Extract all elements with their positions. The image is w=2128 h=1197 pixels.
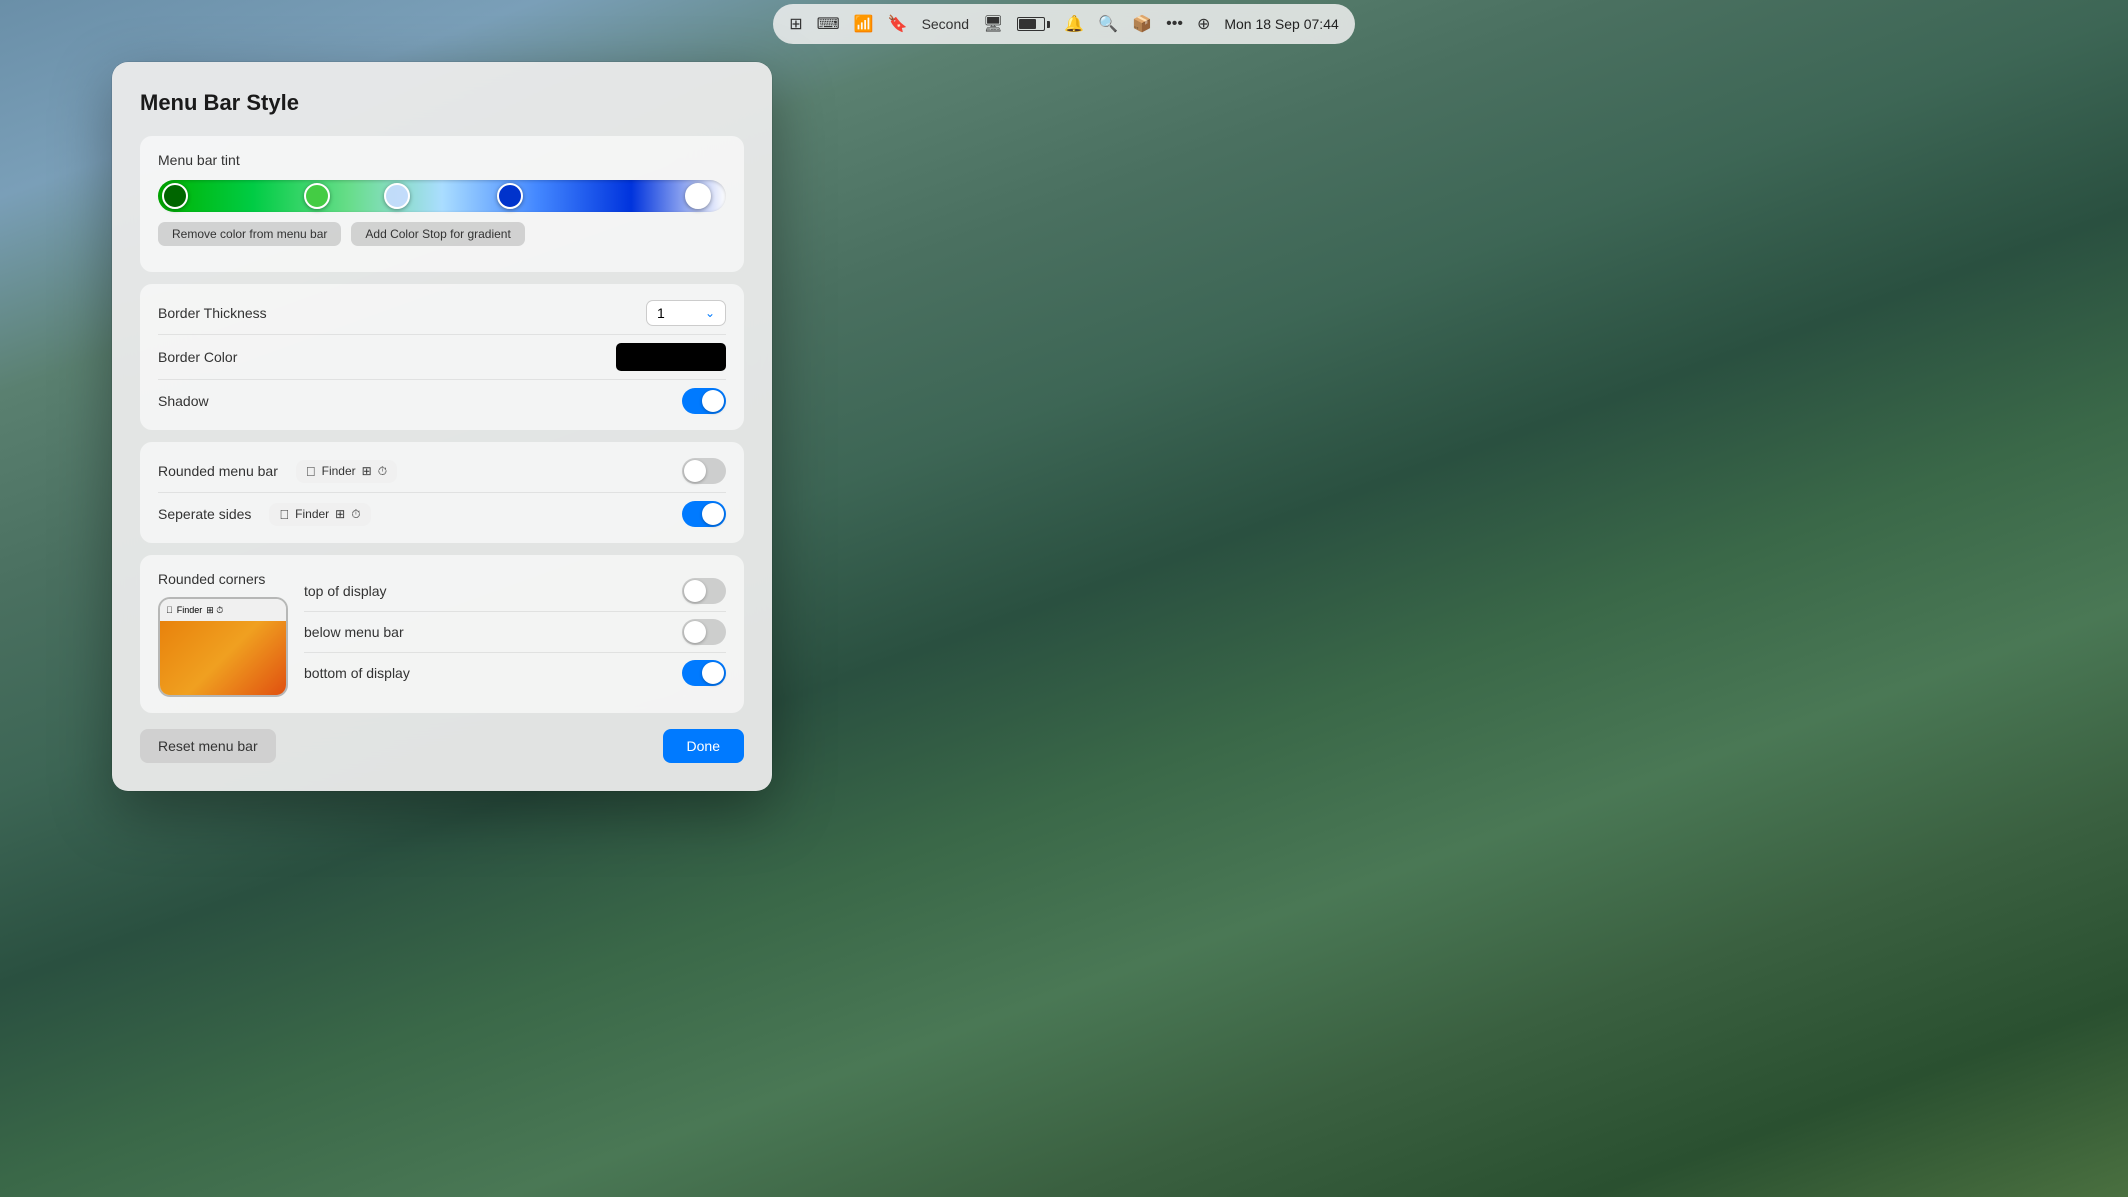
keyboard-icon[interactable]: ⌨ xyxy=(817,14,840,34)
gradient-buttons: Remove color from menu bar Add Color Sto… xyxy=(158,222,726,246)
bottom-display-toggle-knob xyxy=(702,662,724,684)
done-button[interactable]: Done xyxy=(663,729,744,763)
preview-clock-icon: ⏱ xyxy=(378,464,387,479)
battery-icon xyxy=(1017,17,1050,31)
remove-color-button[interactable]: Remove color from menu bar xyxy=(158,222,341,246)
shadow-row: Shadow xyxy=(158,380,726,414)
top-of-display-row: top of display xyxy=(304,571,726,612)
gradient-bar[interactable] xyxy=(158,180,726,212)
border-thickness-row: Border Thickness 1 ⌄ xyxy=(158,300,726,335)
more-icon[interactable]: ••• xyxy=(1166,15,1183,33)
top-display-toggle[interactable] xyxy=(682,578,726,604)
menu-bar-pill: ⊞ ⌨ 📶 🔖 Second 🖥 🔔 🔍 📦 ••• ⊕ Mon 18 Sep … xyxy=(773,4,1355,44)
bookmark-icon[interactable]: 🔖 xyxy=(888,14,908,34)
screen-preview-body xyxy=(160,621,286,695)
preview-clock-icon-2: ⏱ xyxy=(351,507,360,522)
below-menubar-toggle-knob xyxy=(684,621,706,643)
gradient-bar-container: Remove color from menu bar Add Color Sto… xyxy=(158,180,726,246)
color-stop-1[interactable] xyxy=(162,183,188,209)
below-menu-bar-row: below menu bar xyxy=(304,612,726,653)
border-color-swatch[interactable] xyxy=(616,343,726,371)
separate-sides-toggle[interactable] xyxy=(682,501,726,527)
preview-apple-icon-2:  xyxy=(279,507,289,522)
tint-section: Menu bar tint Remove color from menu bar… xyxy=(140,136,744,272)
top-display-toggle-knob xyxy=(684,580,706,602)
preview-finder-label: Finder xyxy=(322,464,356,478)
rounded-corners-section: Rounded corners  Finder ⊞ ⏱ top of disp… xyxy=(140,555,744,713)
border-thickness-value: 1 xyxy=(657,305,665,321)
rounded-corners-label: Rounded corners xyxy=(158,571,288,587)
separate-sides-left: Seperate sides  Finder ⊞ ⏱ xyxy=(158,503,371,526)
rounded-menubar-preview-full:  Finder ⊞ ⏱ xyxy=(296,460,397,483)
control-center-icon[interactable]: ⊕ xyxy=(1197,14,1210,34)
screen-preview-menubar:  Finder ⊞ ⏱ xyxy=(160,599,286,621)
bottom-of-display-row: bottom of display xyxy=(304,653,726,693)
second-label[interactable]: Second xyxy=(922,16,969,32)
screen-preview-icons: ⊞ ⏱ xyxy=(206,605,223,616)
wifi-icon[interactable]: 📶 xyxy=(854,14,874,34)
screen-preview-finder: Finder xyxy=(177,605,203,615)
color-stop-2[interactable] xyxy=(304,183,330,209)
tint-label: Menu bar tint xyxy=(158,152,726,168)
shadow-toggle[interactable] xyxy=(682,388,726,414)
border-section: Border Thickness 1 ⌄ Border Color Shadow xyxy=(140,284,744,430)
preview-grid-icon-2: ⊞ xyxy=(335,507,345,521)
rounded-menubar-left: Rounded menu bar  Finder ⊞ ⏱ xyxy=(158,460,397,483)
border-color-label: Border Color xyxy=(158,349,237,365)
border-color-row: Border Color xyxy=(158,335,726,380)
dropdown-arrow-icon: ⌄ xyxy=(705,306,715,320)
reset-menubar-button[interactable]: Reset menu bar xyxy=(140,729,276,763)
rounded-menubar-toggle-knob xyxy=(684,460,706,482)
bottom-display-toggle[interactable] xyxy=(682,660,726,686)
corners-controls: top of display below menu bar bottom of … xyxy=(304,571,726,693)
window-manager-icon[interactable]: ⊞ xyxy=(789,14,802,34)
dialog-footer: Reset menu bar Done xyxy=(140,729,744,763)
below-menubar-toggle[interactable] xyxy=(682,619,726,645)
shadow-label: Shadow xyxy=(158,393,209,409)
border-color-control xyxy=(616,343,726,371)
notification-icon[interactable]: 🔔 xyxy=(1064,14,1084,34)
separate-sides-toggle-knob xyxy=(702,503,724,525)
shadow-control xyxy=(682,388,726,414)
color-stop-3[interactable] xyxy=(384,183,410,209)
dialog: Menu Bar Style Menu bar tint Remove colo… xyxy=(112,62,772,791)
color-stop-4[interactable] xyxy=(497,183,523,209)
separate-sides-row: Seperate sides  Finder ⊞ ⏱ xyxy=(158,493,726,527)
border-thickness-control: 1 ⌄ xyxy=(646,300,726,326)
shadow-toggle-knob xyxy=(702,390,724,412)
menu-bar-time: Mon 18 Sep 07:44 xyxy=(1224,16,1338,32)
search-icon[interactable]: 🔍 xyxy=(1098,14,1118,34)
preview-finder-label-2: Finder xyxy=(295,507,329,521)
display-icon[interactable]: 🖥 xyxy=(983,14,1003,34)
rounded-menubar-label: Rounded menu bar xyxy=(158,463,278,479)
border-thickness-dropdown[interactable]: 1 ⌄ xyxy=(646,300,726,326)
dialog-title: Menu Bar Style xyxy=(140,90,744,116)
dropbox-icon[interactable]: 📦 xyxy=(1132,14,1152,34)
rounded-corners-left: Rounded corners  Finder ⊞ ⏱ xyxy=(158,571,288,697)
add-color-stop-button[interactable]: Add Color Stop for gradient xyxy=(351,222,524,246)
color-stop-5[interactable] xyxy=(685,183,711,209)
separate-sides-label: Seperate sides xyxy=(158,506,251,522)
rounded-menubar-toggle[interactable] xyxy=(682,458,726,484)
screen-preview-apple:  xyxy=(166,605,173,615)
preview-apple-icon:  xyxy=(306,464,316,479)
rounded-corners-content: Rounded corners  Finder ⊞ ⏱ top of disp… xyxy=(158,571,726,697)
rounded-menubar-section: Rounded menu bar  Finder ⊞ ⏱ Seperate s… xyxy=(140,442,744,543)
separate-sides-preview:  Finder ⊞ ⏱ xyxy=(269,503,370,526)
top-display-label: top of display xyxy=(304,583,387,599)
menu-bar: ⊞ ⌨ 📶 🔖 Second 🖥 🔔 🔍 📦 ••• ⊕ Mon 18 Sep … xyxy=(0,0,2128,48)
bottom-display-label: bottom of display xyxy=(304,665,410,681)
below-menubar-label: below menu bar xyxy=(304,624,404,640)
screen-preview:  Finder ⊞ ⏱ xyxy=(158,597,288,697)
border-thickness-label: Border Thickness xyxy=(158,305,267,321)
rounded-menubar-row: Rounded menu bar  Finder ⊞ ⏱ xyxy=(158,458,726,493)
preview-grid-icon: ⊞ xyxy=(362,464,372,478)
